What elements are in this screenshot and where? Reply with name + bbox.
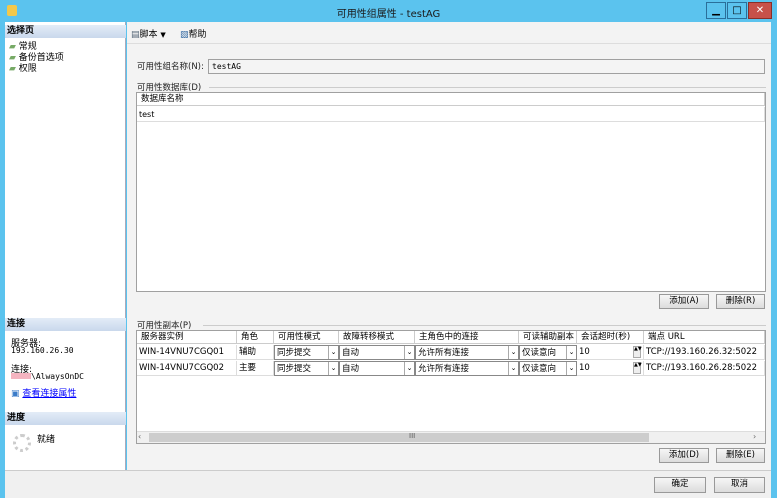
table-row[interactable]: test — [137, 107, 765, 122]
chevron-down-icon[interactable]: ⌄ — [508, 362, 518, 375]
view-connection-properties-link[interactable]: ▣ 查看连接属性 — [11, 386, 76, 399]
spinner-icon[interactable]: ▲▼ — [633, 346, 642, 358]
cell-text: 允许所有连接 — [418, 364, 470, 374]
scroll-right-icon[interactable]: › — [753, 432, 763, 441]
column-header-endpoint-url[interactable]: 端点 URL — [644, 331, 765, 344]
title-bar: 可用性组属性 - testAG ▁ □ ✕ — [0, 0, 777, 22]
minimize-button[interactable]: ▁ — [706, 2, 726, 19]
session-timeout-input[interactable]: 10 ▲▼ — [577, 361, 644, 376]
chevron-down-icon[interactable]: ⌄ — [566, 362, 576, 375]
column-header-primary-connections[interactable]: 主角色中的连接 — [415, 331, 519, 344]
remove-database-button[interactable]: 删除(R) — [716, 294, 765, 309]
add-replica-button[interactable]: 添加(D) — [659, 448, 709, 463]
chevron-down-icon[interactable]: ⌄ — [328, 346, 338, 359]
connection-header: 连接 — [5, 318, 126, 331]
cell-text: 主要 — [239, 363, 257, 373]
readable-secondary-select[interactable]: 仅读意向 ⌄ — [519, 361, 577, 376]
server-instance: WIN-14VNU7CGQ01 — [137, 345, 237, 360]
ag-name-field[interactable]: testAG — [208, 59, 765, 74]
column-header-session-timeout[interactable]: 会话超时(秒) — [577, 331, 644, 344]
cell-text: 仅读意向 — [522, 364, 557, 374]
horizontal-scrollbar[interactable]: ‹ III › — [137, 431, 765, 443]
properties-icon: ▣ — [11, 389, 20, 399]
spinner-icon[interactable]: ▲▼ — [633, 362, 642, 374]
close-button[interactable]: ✕ — [748, 2, 772, 19]
scroll-left-icon[interactable]: ‹ — [138, 432, 148, 441]
cell-text: 同步提交 — [277, 348, 312, 358]
progress-status: 就绪 — [37, 435, 56, 445]
availability-mode-select[interactable]: 同步提交 ⌄ — [274, 361, 339, 376]
column-header-failover-mode[interactable]: 故障转移模式 — [339, 331, 415, 344]
cancel-button[interactable]: 取消 — [714, 477, 765, 493]
page-permissions[interactable]: ▰ 权限 — [9, 61, 37, 74]
progress-header: 进度 — [5, 412, 126, 425]
remove-replica-button[interactable]: 删除(E) — [716, 448, 765, 463]
ok-button[interactable]: 确定 — [654, 477, 706, 493]
progress-spinner-icon — [13, 434, 31, 452]
cell-text: WIN-14VNU7CGQ02 — [139, 363, 224, 373]
failover-mode-select[interactable]: 自动 ⌄ — [339, 361, 415, 376]
window-title: 可用性组属性 - testAG — [336, 9, 441, 20]
primary-connections-select[interactable]: 允许所有连接 ⌄ — [415, 361, 519, 376]
session-timeout-input[interactable]: 10 ▲▼ — [577, 345, 644, 360]
chevron-down-icon[interactable]: ⌄ — [328, 362, 338, 375]
cell-text: 同步提交 — [277, 364, 312, 374]
cell-text: WIN-14VNU7CGQ01 — [139, 347, 224, 357]
cell-text: 仅读意向 — [522, 348, 557, 358]
chevron-down-icon[interactable]: ⌄ — [404, 362, 414, 375]
connection-value: \AlwaysOnDC — [31, 372, 84, 381]
help-label: 帮助 — [188, 30, 207, 40]
chevron-down-icon[interactable]: ▼ — [160, 31, 165, 39]
column-header-role[interactable]: 角色 — [237, 331, 274, 344]
maximize-button[interactable]: □ — [727, 2, 747, 19]
chevron-down-icon[interactable]: ⌄ — [404, 346, 414, 359]
readable-secondary-select[interactable]: 仅读意向 ⌄ — [519, 345, 577, 360]
toolbar: ▤脚本 ▼ ▧帮助 — [127, 22, 771, 44]
ag-name-label: 可用性组名称(N): — [137, 62, 204, 72]
page-icon: ▰ — [9, 64, 16, 74]
select-page-header: 选择页 — [5, 25, 126, 38]
primary-connections-select[interactable]: 允许所有连接 ⌄ — [415, 345, 519, 360]
replicas-table: 服务器实例 角色 可用性模式 故障转移模式 主角色中的连接 可读辅助副本 会话超… — [136, 330, 766, 444]
server-instance: WIN-14VNU7CGQ02 — [137, 361, 237, 376]
cell-text: 辅助 — [239, 347, 257, 357]
left-panel: 选择页 ▰ 常规 ▰ 备份首选项 ▰ 权限 连接 服务器: 193.160.26… — [5, 22, 126, 470]
server-value: 193.160.26.30 — [11, 346, 74, 355]
databases-table: 数据库名称 test — [136, 92, 766, 292]
link-label: 查看连接属性 — [22, 389, 77, 399]
column-header-availability-mode[interactable]: 可用性模式 — [274, 331, 339, 344]
column-header-server-instance[interactable]: 服务器实例 — [137, 331, 237, 344]
availability-mode-select[interactable]: 同步提交 ⌄ — [274, 345, 339, 360]
help-button[interactable]: ▧帮助 — [180, 27, 207, 40]
cell-text: TCP://193.160.26.32:5022 — [646, 347, 758, 357]
column-header-readable-secondary[interactable]: 可读辅助副本 — [519, 331, 577, 344]
failover-mode-select[interactable]: 自动 ⌄ — [339, 345, 415, 360]
cell-text: 自动 — [342, 348, 360, 358]
main-panel: ▤脚本 ▼ ▧帮助 可用性组名称(N): testAG 可用性数据库(D) 数据… — [127, 22, 771, 470]
endpoint-url: TCP://193.160.26.32:5022 — [644, 345, 765, 360]
cell-text: 10 — [579, 347, 590, 357]
add-database-button[interactable]: 添加(A) — [659, 294, 709, 309]
cell-text: 10 — [579, 363, 590, 373]
script-button[interactable]: ▤脚本 ▼ — [131, 27, 166, 40]
script-icon: ▤ — [131, 30, 140, 40]
redacted-user — [11, 373, 31, 379]
chevron-down-icon[interactable]: ⌄ — [566, 346, 576, 359]
column-header-database-name[interactable]: 数据库名称 — [137, 93, 765, 106]
chevron-down-icon[interactable]: ⌄ — [508, 346, 518, 359]
script-label: 脚本 — [139, 30, 158, 40]
endpoint-url: TCP://193.160.26.28:5022 — [644, 361, 765, 376]
role: 辅助 — [237, 345, 274, 360]
help-icon: ▧ — [180, 30, 189, 40]
page-label: 权限 — [18, 64, 37, 74]
cell-text: 允许所有连接 — [418, 348, 470, 358]
role: 主要 — [237, 361, 274, 376]
button-bar: 确定 取消 — [5, 470, 771, 498]
grip-icon: III — [409, 432, 416, 440]
scrollbar-thumb[interactable] — [149, 433, 649, 442]
cell-text: TCP://193.160.26.28:5022 — [646, 363, 758, 373]
cell-text: 自动 — [342, 364, 360, 374]
